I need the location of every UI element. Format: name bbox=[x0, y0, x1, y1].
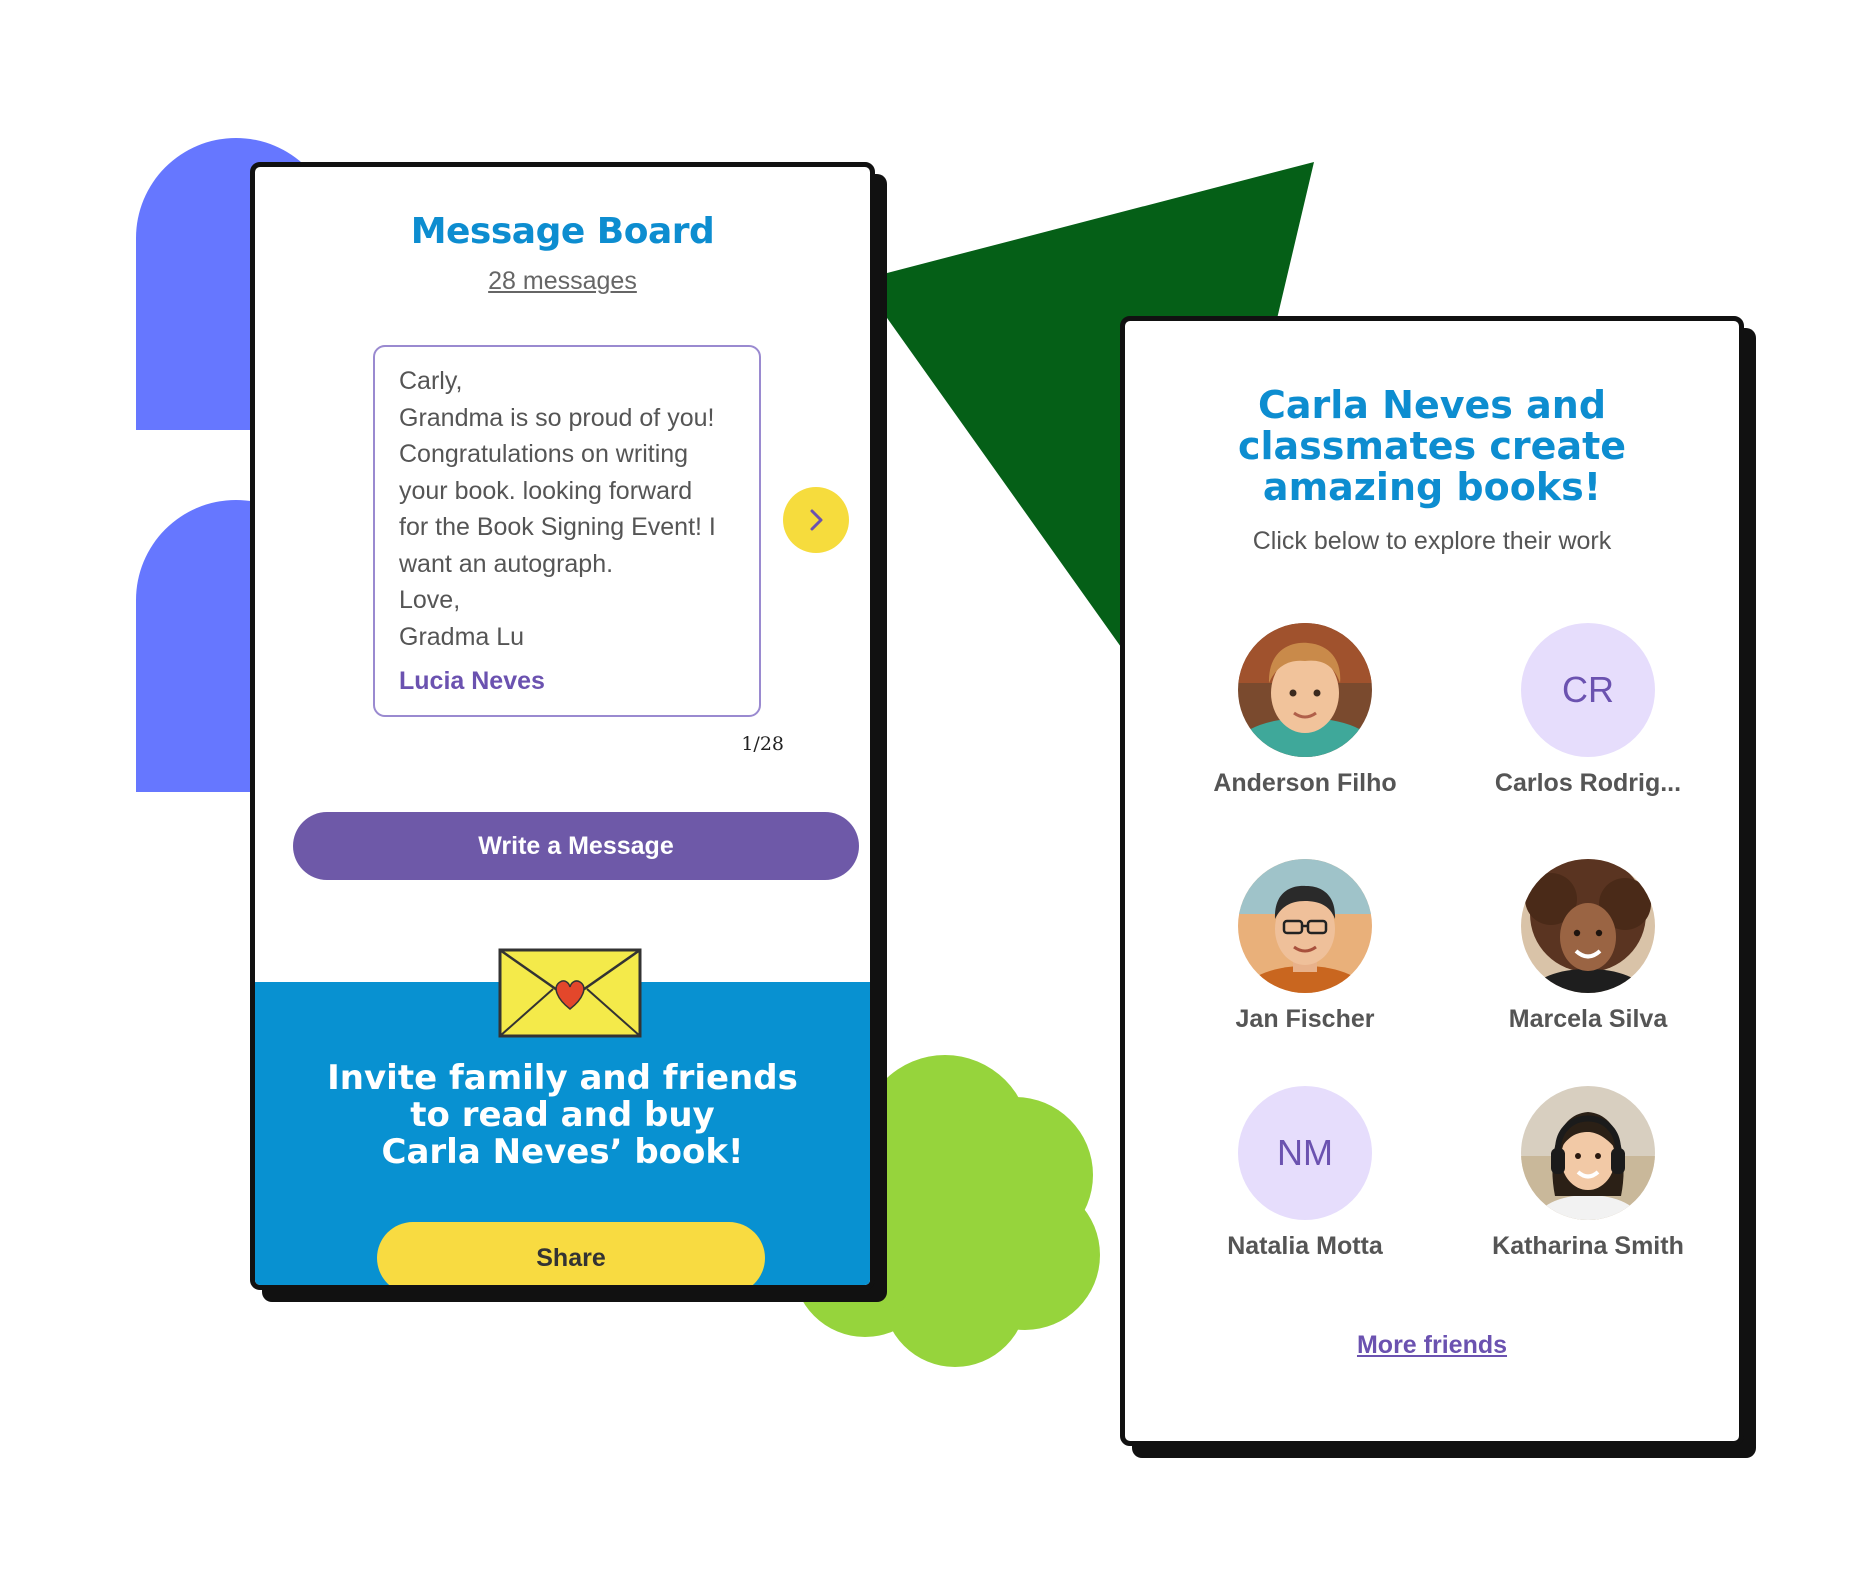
share-button[interactable]: Share bbox=[377, 1222, 765, 1285]
avatar bbox=[1238, 859, 1372, 993]
friend-name: Katharina Smith bbox=[1492, 1232, 1684, 1260]
invite-text: Invite family and friends to read and bu… bbox=[327, 1058, 798, 1172]
message-count-link[interactable]: 28 messages bbox=[255, 267, 870, 296]
friend-name: Natalia Motta bbox=[1227, 1232, 1383, 1260]
message-card: Carly, Grandma is so proud of you! Congr… bbox=[373, 345, 761, 717]
message-board-card: Message Board 28 messages Carly, Grandma… bbox=[250, 162, 875, 1290]
write-message-button[interactable]: Write a Message bbox=[293, 812, 859, 880]
friend-card[interactable]: Jan Fischer bbox=[1165, 859, 1445, 1034]
avatar: NM bbox=[1238, 1086, 1372, 1220]
avatar: CR bbox=[1521, 623, 1655, 757]
classmates-title: Carla Neves and classmates create amazin… bbox=[1237, 383, 1627, 509]
friend-name: Jan Fischer bbox=[1235, 1005, 1375, 1033]
chevron-right-icon bbox=[810, 509, 823, 531]
avatar bbox=[1238, 623, 1372, 757]
message-author: Lucia Neves bbox=[399, 667, 545, 695]
friend-card[interactable]: NM Natalia Motta bbox=[1165, 1086, 1445, 1261]
avatar bbox=[1521, 1086, 1655, 1220]
classmates-card: Carla Neves and classmates create amazin… bbox=[1120, 316, 1744, 1446]
friend-name: Carlos Rodrig... bbox=[1494, 769, 1682, 797]
friend-card[interactable]: CR Carlos Rodrig... bbox=[1448, 623, 1728, 798]
friend-name: Anderson Filho bbox=[1213, 769, 1397, 797]
friend-card[interactable]: Marcela Silva bbox=[1448, 859, 1728, 1034]
classmates-subtitle: Click below to explore their work bbox=[1252, 527, 1612, 555]
next-message-button[interactable] bbox=[783, 487, 849, 553]
avatar bbox=[1521, 859, 1655, 993]
envelope-heart-icon bbox=[498, 948, 642, 1038]
message-pager: 1/28 bbox=[741, 733, 784, 755]
friend-card[interactable]: Anderson Filho bbox=[1165, 623, 1445, 798]
friend-name: Marcela Silva bbox=[1508, 1005, 1668, 1033]
message-text: Carly, Grandma is so proud of you! Congr… bbox=[399, 367, 716, 651]
more-friends-link[interactable]: More friends bbox=[1125, 1331, 1739, 1360]
message-board-title: Message Board bbox=[410, 211, 715, 252]
friend-card[interactable]: Katharina Smith bbox=[1448, 1086, 1728, 1261]
